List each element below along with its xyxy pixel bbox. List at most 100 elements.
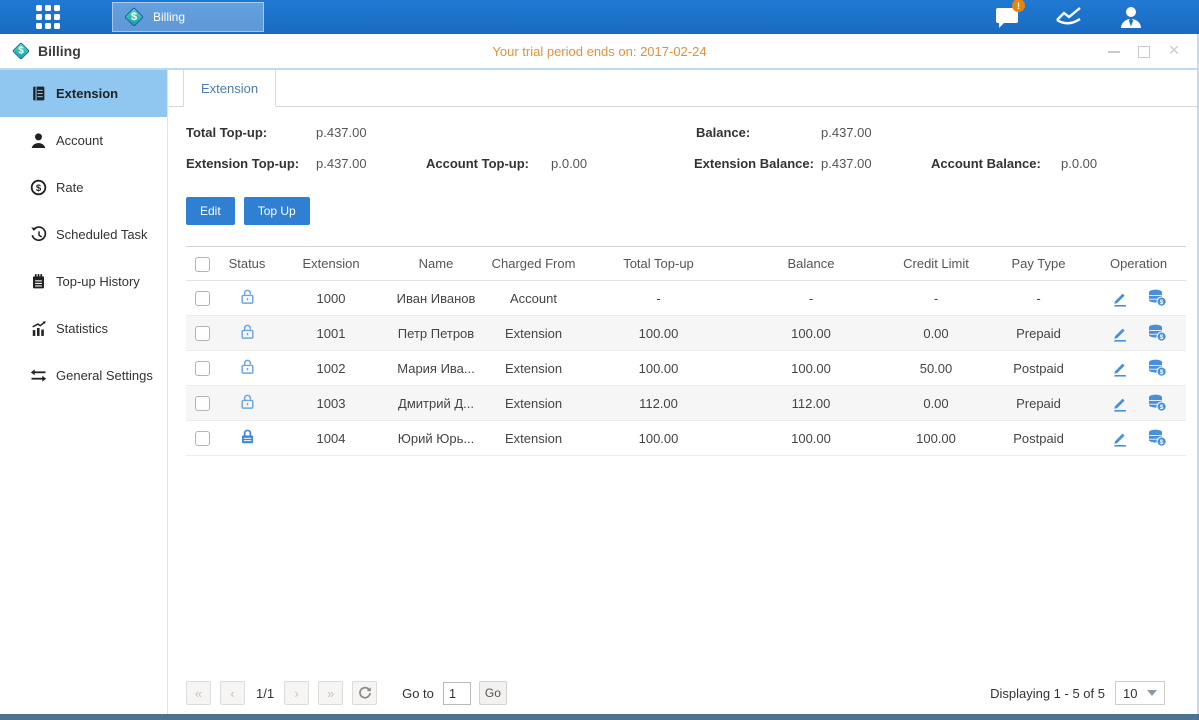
status-lock-icon[interactable]: [239, 288, 256, 305]
select-all-checkbox[interactable]: [195, 257, 210, 272]
cell-credit-limit: 50.00: [886, 351, 986, 386]
stats-icon: [30, 320, 47, 337]
billing-diamond-icon: $: [123, 6, 145, 28]
clock-icon: [30, 226, 47, 243]
svg-text:$: $: [1159, 299, 1163, 306]
col-extension: Extension: [276, 247, 386, 281]
cell-pay-type: Prepaid: [986, 386, 1091, 421]
cell-charged-from: Extension: [486, 351, 581, 386]
top-up-row-icon[interactable]: $: [1147, 394, 1167, 412]
balance-value: p.437.00: [821, 125, 872, 140]
cell-extension: 1001: [276, 316, 386, 351]
cell-charged-from: Extension: [486, 421, 581, 456]
user-icon[interactable]: [1115, 4, 1147, 30]
first-page-button[interactable]: «: [186, 681, 211, 705]
top-up-button[interactable]: Top Up: [244, 197, 310, 225]
maximize-button[interactable]: [1137, 44, 1151, 58]
svg-text:$: $: [1159, 439, 1163, 446]
cell-balance: 100.00: [736, 421, 886, 456]
status-lock-icon[interactable]: [239, 428, 256, 445]
tab-extension[interactable]: Extension: [183, 70, 276, 107]
ledger-icon: [30, 85, 47, 102]
sidebar-item-label: Top-up History: [56, 274, 140, 289]
extension-balance-label: Extension Balance:: [694, 156, 814, 171]
edit-row-icon[interactable]: [1111, 324, 1129, 342]
cell-charged-from: Account: [486, 281, 581, 316]
status-lock-icon[interactable]: [239, 323, 256, 340]
total-topup-label: Total Top-up:: [186, 125, 267, 140]
row-checkbox[interactable]: [195, 326, 210, 341]
minimize-button[interactable]: [1107, 44, 1121, 58]
col-status: Status: [218, 247, 276, 281]
app-grid-icon[interactable]: [36, 5, 60, 29]
cell-extension: 1004: [276, 421, 386, 456]
cell-extension: 1002: [276, 351, 386, 386]
sidebar-item-scheduled-task[interactable]: Scheduled Task: [0, 211, 167, 258]
edit-button[interactable]: Edit: [186, 197, 235, 225]
edit-row-icon[interactable]: [1111, 429, 1129, 447]
sidebar-item-general-settings[interactable]: General Settings: [0, 352, 167, 399]
go-button[interactable]: Go: [479, 681, 507, 705]
col-name: Name: [386, 247, 486, 281]
table-row: 1001 Петр Петров Extension 100.00 100.00…: [186, 316, 1186, 351]
cell-charged-from: Extension: [486, 316, 581, 351]
status-lock-icon[interactable]: [239, 393, 256, 410]
table-row: 1003 Дмитрий Д... Extension 112.00 112.0…: [186, 386, 1186, 421]
page-size-select[interactable]: 10: [1115, 681, 1165, 705]
svg-text:$: $: [1159, 334, 1163, 341]
sidebar: Extension Account $ Rate Scheduled T: [0, 70, 168, 714]
top-up-row-icon[interactable]: $: [1147, 429, 1167, 447]
edit-row-icon[interactable]: [1111, 289, 1129, 307]
sidebar-item-extension[interactable]: Extension: [0, 70, 167, 117]
row-checkbox[interactable]: [195, 431, 210, 446]
cell-extension: 1000: [276, 281, 386, 316]
col-credit-limit: Credit Limit: [886, 247, 986, 281]
page-size-value: 10: [1123, 686, 1137, 701]
last-page-button[interactable]: »: [318, 681, 343, 705]
extension-topup-label: Extension Top-up:: [186, 156, 299, 171]
top-up-row-icon[interactable]: $: [1147, 324, 1167, 342]
top-up-row-icon[interactable]: $: [1147, 359, 1167, 377]
sidebar-item-label: Statistics: [56, 321, 108, 336]
prev-page-button[interactable]: ‹: [220, 681, 245, 705]
trial-notice: Your trial period ends on: 2017-02-24: [0, 44, 1199, 59]
chart-line-icon[interactable]: [1053, 4, 1085, 30]
sidebar-item-rate[interactable]: $ Rate: [0, 164, 167, 211]
cell-pay-type: Postpaid: [986, 351, 1091, 386]
cell-balance: 100.00: [736, 351, 886, 386]
top-up-row-icon[interactable]: $: [1147, 289, 1167, 307]
account-balance-label: Account Balance:: [931, 156, 1041, 171]
topbar: $ Billing !: [0, 0, 1199, 34]
refresh-button[interactable]: [352, 681, 377, 705]
status-lock-icon[interactable]: [239, 358, 256, 375]
row-checkbox[interactable]: [195, 396, 210, 411]
task-tab-billing[interactable]: $ Billing: [112, 2, 264, 32]
next-page-button[interactable]: ›: [284, 681, 309, 705]
cell-pay-type: -: [986, 281, 1091, 316]
chat-icon[interactable]: !: [991, 4, 1023, 30]
cell-total-topup: 112.00: [581, 386, 736, 421]
cell-total-topup: -: [581, 281, 736, 316]
col-pay-type: Pay Type: [986, 247, 1091, 281]
close-button[interactable]: ×: [1167, 44, 1181, 58]
window-title: Billing: [38, 43, 81, 59]
row-checkbox[interactable]: [195, 291, 210, 306]
col-operation: Operation: [1091, 247, 1186, 281]
row-checkbox[interactable]: [195, 361, 210, 376]
edit-row-icon[interactable]: [1111, 394, 1129, 412]
col-charged-from: Charged From: [486, 247, 581, 281]
notification-badge: !: [1012, 0, 1025, 12]
page-indicator: 1/1: [256, 686, 274, 701]
sidebar-item-label: Account: [56, 133, 103, 148]
sidebar-item-topup-history[interactable]: Top-up History: [0, 258, 167, 305]
sidebar-item-account[interactable]: Account: [0, 117, 167, 164]
cell-name: Иван Иванов: [386, 281, 486, 316]
cell-total-topup: 100.00: [581, 351, 736, 386]
cell-credit-limit: 0.00: [886, 386, 986, 421]
svg-text:$: $: [36, 183, 42, 194]
edit-row-icon[interactable]: [1111, 359, 1129, 377]
goto-page-input[interactable]: [443, 682, 471, 705]
extensions-table: Status Extension Name Charged From Total…: [186, 246, 1186, 456]
svg-text:$: $: [1159, 404, 1163, 411]
sidebar-item-statistics[interactable]: Statistics: [0, 305, 167, 352]
